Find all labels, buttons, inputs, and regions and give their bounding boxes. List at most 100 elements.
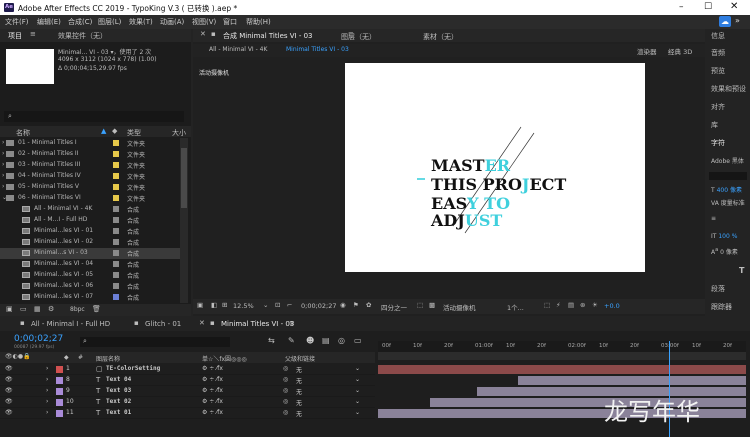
frame-blending-icon[interactable]: ▤ [322,336,330,345]
tracking-field[interactable]: VA 度量标准 [707,198,745,213]
chevron-down-icon[interactable]: ⌄ [355,365,360,372]
expand-arrow-icon[interactable]: › [2,150,4,157]
close-tab-icon[interactable]: ✕ [200,30,206,38]
project-item[interactable]: Minimal...les VI - 01 合成 [0,226,180,237]
mask-icon[interactable]: ⌐ [287,301,292,309]
chevron-down-icon[interactable]: ⌄ [355,398,360,405]
project-item[interactable]: Minimal...les VI - 04 合成 [0,259,180,270]
layer-switches[interactable]: ⚙ ÷ ⁄fx [202,387,223,394]
always-preview-icon[interactable]: ▣ [197,301,203,309]
region-icon[interactable]: ◧ [211,301,217,309]
breadcrumb-all-minimal-4k[interactable]: All - Minimal VI - 4K [209,46,267,53]
chevron-right-icon[interactable]: » [735,16,740,25]
expand-arrow-icon[interactable]: › [46,376,48,383]
expand-arrow-icon[interactable]: › [2,183,4,190]
label-color-swatch[interactable] [113,206,119,212]
new-folder-icon[interactable]: ▭ [20,305,27,313]
project-item[interactable]: Minimal...les VI - 02 合成 [0,237,180,248]
menu-window[interactable]: 窗口 [223,17,237,27]
lock-icon[interactable]: ▪ [211,30,216,38]
label-color-swatch[interactable] [113,162,119,168]
label-column-icon[interactable]: ◆ [64,354,69,361]
tab-close-icon[interactable]: ▪ [20,319,25,327]
panel-paragraph[interactable]: 段落 [707,284,725,299]
project-item[interactable]: › 03 - Minimal Titles III 文件夹 [0,160,180,171]
av-features-icon[interactable]: 👁◐●🔒 [5,353,31,360]
project-item[interactable]: › 05 - Minimal Titles V 文件夹 [0,182,180,193]
comp-mini-flowchart-icon[interactable]: ⇆ [268,336,275,345]
layer-label-color[interactable] [56,410,63,417]
layer-label-color[interactable] [56,399,63,406]
layer-name[interactable]: Text 02 [106,398,131,405]
font-family-dropdown[interactable]: Adobe 黑体 [707,156,744,171]
parent-dropdown[interactable]: 无 [296,365,302,374]
font-size-value[interactable]: 400 像素 [717,187,742,194]
flowchart-icon[interactable]: ⊛ [580,301,585,309]
exposure-value[interactable]: +0.0 [604,302,620,310]
panel-align[interactable]: 对齐 [707,102,725,117]
layer-switches[interactable]: ⚙ ÷ ⁄fx [202,398,223,405]
interpret-footage-icon[interactable]: ▣ [6,305,13,313]
project-item[interactable]: › 02 - Minimal Titles II 文件夹 [0,149,180,160]
layer-row[interactable]: 👁 › 11 T Text 01 ⚙ ÷ ⁄fx ◎ 无 ⌄ [0,408,375,419]
time-ruler[interactable]: 00f 10f 20f 01:00f 10f 20f 02:00f 10f 20f 03:00f 1… [378,341,746,352]
label-color-swatch[interactable] [113,283,119,289]
expand-arrow-icon[interactable]: › [46,365,48,372]
tab-color-icon[interactable]: ▪ [210,319,215,327]
label-color-swatch[interactable] [113,184,119,190]
breadcrumb-minimal-titles-03[interactable]: Minimal Titles VI - 03 [286,46,349,53]
layer-row[interactable]: 👁 › 8 T Text 04 ⚙ ÷ ⁄fx ◎ 无 ⌄ [0,375,375,386]
layer-switches[interactable]: ⚙ ÷ ⁄fx [202,409,223,416]
fit-icon[interactable]: ⌄ [263,301,268,309]
label-color-swatch[interactable] [113,217,119,223]
project-scrollbar[interactable] [180,138,188,303]
label-color-swatch[interactable] [113,140,119,146]
parent-column[interactable]: 父级和链接 [285,354,315,363]
roi-icon[interactable]: ⬚ [417,301,423,309]
label-color-swatch[interactable] [113,228,119,234]
tab-layer-none[interactable]: 图层（无） [341,32,376,42]
shy-layers-icon[interactable]: ☻ [306,336,314,345]
motion-blur-icon[interactable]: ◎ [338,336,345,345]
menu-view[interactable]: 视图(V) [192,17,216,27]
maximize-icon[interactable]: ☐ [704,2,712,12]
project-item[interactable]: Minimal...s VI - 03 合成 [0,248,180,259]
project-item[interactable]: Minimal...les VI - 05 合成 [0,270,180,281]
visibility-eye-icon[interactable]: 👁 [5,376,13,383]
views-dropdown[interactable]: 1个... [507,302,524,312]
column-name[interactable]: 名称 [16,128,30,138]
chevron-down-icon[interactable]: ⌄ [355,387,360,394]
column-type[interactable]: 类型 [127,128,141,138]
bit-depth-button[interactable]: 8bpc [70,306,85,313]
panel-audio[interactable]: 音频 [707,48,725,63]
panel-tracker[interactable]: 跟踪器 [707,302,732,317]
grid-icon[interactable]: ⊞ [222,301,227,309]
parent-dropdown[interactable]: 无 [296,398,302,407]
camera-dropdown[interactable]: 活动摄像机 [443,302,476,312]
visibility-eye-icon[interactable]: 👁 [5,409,13,416]
switches-column[interactable]: 单☆＼fx圓◎◎◎ [202,354,247,363]
column-size[interactable]: 大小 [172,128,186,138]
menu-edit[interactable]: 编辑(E) [37,17,61,27]
chevron-down-icon[interactable]: ⌄ [355,376,360,383]
parent-dropdown[interactable]: 无 [296,376,302,385]
tab-footage-none[interactable]: 素材（无） [423,32,458,42]
project-item[interactable]: Minimal...les VI - 07 合成 [0,292,180,303]
color-channel-icon[interactable]: ✿ [366,301,371,309]
parent-dropdown[interactable]: 无 [296,409,302,418]
label-color-swatch[interactable] [113,151,119,157]
tab-close-icon[interactable]: ▪ [134,319,139,327]
baseline-shift-value[interactable]: 0 像素 [720,249,738,256]
label-color-swatch[interactable] [113,250,119,256]
draft-3d-icon[interactable]: ✎ [288,336,295,345]
graph-editor-icon[interactable]: ▭ [354,336,362,345]
timeline-search-input[interactable]: ⌕ [80,337,230,347]
expand-arrow-icon[interactable]: › [2,139,4,146]
expand-arrow-icon[interactable]: › [2,161,4,168]
renderer-dropdown[interactable]: 经典 3D [668,46,692,56]
bold-text-icon[interactable]: T [739,266,744,275]
layer-duration-bar[interactable] [517,376,746,385]
layer-row[interactable]: 👁 › 1 ▢ TE-ColorSetting ⚙ ÷ ⁄fx ◎ 无 ⌄ [0,364,375,375]
timeline-tab-all-minimal-fullhd[interactable]: All - Minimal I - Full HD [31,320,110,328]
font-style-dropdown[interactable] [709,172,747,180]
